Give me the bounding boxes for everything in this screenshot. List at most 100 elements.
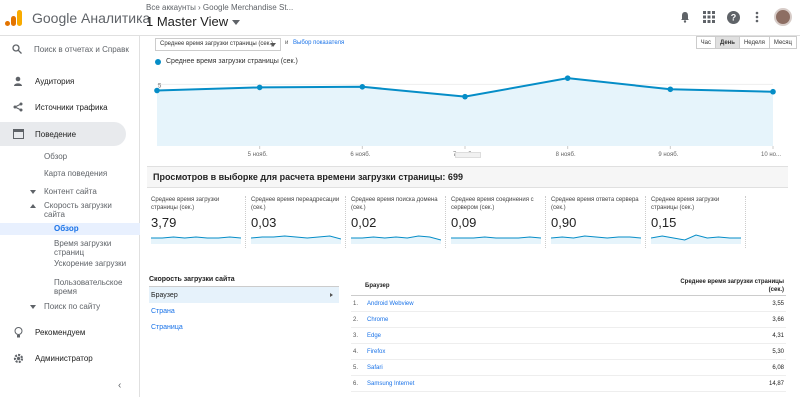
metric-tile[interactable]: Среднее время загрузки страницы (сек.) 3… xyxy=(151,196,246,248)
data-point[interactable] xyxy=(256,84,263,91)
chart-range-handle[interactable] xyxy=(455,152,481,158)
tile-label: Среднее время переадресации (сек.) xyxy=(251,197,340,211)
row-index: 1. xyxy=(353,300,359,307)
tile-label: Среднее время соединения с сервером (сек… xyxy=(451,197,534,211)
table-row: 4. Firefox 5,30 xyxy=(351,344,786,360)
dimension-table: Скорость загрузки сайта Браузер Страна С… xyxy=(149,276,339,335)
row-index: 6. xyxy=(353,380,359,387)
bell-icon[interactable] xyxy=(678,10,692,24)
table-row: 1. Android Webview 3,55 xyxy=(351,296,786,312)
table-row: 6. Samsung Internet 14,87 xyxy=(351,376,786,392)
sparkline xyxy=(451,236,541,244)
row-browser-link[interactable]: Firefox xyxy=(367,349,724,355)
analytics-logo-icon[interactable] xyxy=(4,9,24,27)
sidebar-item-label: Источники трафика xyxy=(35,102,108,112)
sidebar-search[interactable]: Поиск в отчетах и Справк xyxy=(12,44,129,54)
row-browser-link[interactable]: Safari xyxy=(367,365,724,371)
apps-grid-icon[interactable] xyxy=(702,10,716,24)
search-icon xyxy=(12,44,22,54)
chart-legend: Среднее время загрузки страницы (сек.) xyxy=(155,58,298,65)
x-tick-label: 10 но... xyxy=(761,152,781,158)
period-month-button[interactable]: Месяц xyxy=(768,36,797,49)
data-point[interactable] xyxy=(154,87,160,94)
sidebar-sub-page-timings[interactable]: Время загрузки страниц xyxy=(54,239,134,257)
sidebar-sub-behavior-flow[interactable]: Карта поведения xyxy=(44,169,107,178)
metric-tile[interactable]: Среднее время загрузки страницы (сек.) 0… xyxy=(651,196,746,248)
more-vertical-icon[interactable] xyxy=(750,10,764,24)
data-point[interactable] xyxy=(770,88,776,95)
data-point[interactable] xyxy=(359,84,366,90)
sidebar-item-behavior[interactable]: Поведение xyxy=(0,122,126,146)
sidebar: Поиск в отчетах и Справк Аудитория Источ… xyxy=(0,36,140,397)
sidebar-item-label: Рекомендуем xyxy=(35,327,86,337)
sidebar-item-audience[interactable]: Аудитория xyxy=(0,69,130,93)
sidebar-item-admin[interactable]: Администратор xyxy=(0,346,130,370)
sparkline xyxy=(551,235,641,244)
row-index: 5. xyxy=(353,364,359,371)
row-value: 5,30 xyxy=(772,348,784,355)
sidebar-sub-site-content[interactable]: Контент сайта xyxy=(30,187,97,196)
row-browser-link[interactable]: Chrome xyxy=(367,317,724,323)
sidebar-sub-site-speed[interactable]: Скорость загрузки сайта xyxy=(30,201,134,219)
row-index: 3. xyxy=(353,332,359,339)
period-day-button[interactable]: День xyxy=(714,36,740,49)
period-hour-button[interactable]: Час xyxy=(695,36,716,49)
tile-label: Среднее время загрузки страницы (сек.) xyxy=(151,197,220,211)
tile-label: Среднее время ответа сервера (сек.) xyxy=(551,197,639,211)
period-week-button[interactable]: Неделя xyxy=(738,36,770,49)
row-browser-link[interactable]: Edge xyxy=(367,333,724,339)
search-input[interactable]: Поиск в отчетах и Справк xyxy=(34,45,129,54)
column-header-load-time[interactable]: Среднее время загрузки страницы (сек.) xyxy=(674,278,784,294)
dimension-country[interactable]: Страна xyxy=(149,303,339,319)
sidebar-sub-speed-suggestions[interactable]: Ускорение загрузки xyxy=(54,259,134,268)
view-selector[interactable]: 1 Master View xyxy=(146,14,241,29)
sidebar-sub-overview[interactable]: Обзор xyxy=(44,152,67,161)
help-icon[interactable]: ? xyxy=(726,10,740,24)
dimension-browser[interactable]: Браузер xyxy=(149,287,339,303)
sidebar-sub-user-timings[interactable]: Пользовательское время xyxy=(54,278,134,296)
data-point[interactable] xyxy=(462,93,468,100)
line-chart[interactable]: 52,55 нояб.6 нояб.7 нояб.8 нояб.9 нояб.1… xyxy=(141,66,800,162)
x-tick-label: 5 нояб. xyxy=(248,152,268,158)
row-browser-link[interactable]: Samsung Internet xyxy=(367,381,724,387)
table-header: Браузер Среднее время загрузки страницы … xyxy=(351,276,786,296)
data-point[interactable] xyxy=(564,75,571,81)
legend-marker xyxy=(155,58,161,65)
metric-tile[interactable]: Среднее время соединения с сервером (сек… xyxy=(451,196,546,248)
select-metric-link[interactable]: Выбор показателя xyxy=(293,40,344,46)
metric-dropdown[interactable]: Среднее время загрузки страницы (сек.) xyxy=(155,38,281,51)
tile-label: Среднее время загрузки страницы (сек.) xyxy=(651,197,720,211)
sidebar-item-discover[interactable]: Рекомендуем xyxy=(0,320,130,344)
account-breadcrumb[interactable]: Все аккаунты › Google Merchandise St... xyxy=(146,3,293,12)
collapse-sidebar-icon[interactable]: ‹ xyxy=(118,380,121,391)
chevron-down-icon xyxy=(232,20,241,26)
svg-text:?: ? xyxy=(730,12,736,22)
metric-tiles: Среднее время загрузки страницы (сек.) 3… xyxy=(151,196,791,248)
sparkline xyxy=(251,235,341,244)
row-value: 3,55 xyxy=(772,300,784,307)
tile-value: 3,79 xyxy=(151,215,177,230)
metric-tile[interactable]: Среднее время поиска домена (сек.) 0,02 xyxy=(351,196,446,248)
sidebar-sub-site-search[interactable]: Поиск по сайту xyxy=(29,302,100,311)
x-tick-label: 8 нояб. xyxy=(556,152,576,158)
sparkline xyxy=(351,235,441,244)
dimension-table-title: Скорость загрузки сайта xyxy=(149,276,339,287)
behavior-icon xyxy=(12,128,24,140)
row-index: 2. xyxy=(353,316,359,323)
tile-value: 0,03 xyxy=(251,215,277,230)
acquisition-icon xyxy=(12,101,24,113)
sidebar-item-acquisition[interactable]: Источники трафика xyxy=(0,95,130,119)
metric-tile[interactable]: Среднее время ответа сервера (сек.) 0,90 xyxy=(551,196,646,248)
avatar[interactable] xyxy=(774,8,792,26)
tile-value: 0,02 xyxy=(351,215,377,230)
row-value: 4,31 xyxy=(772,332,784,339)
sidebar-sub-speed-overview[interactable]: Обзор xyxy=(0,223,140,235)
brand-name: Google Аналитика xyxy=(32,10,151,26)
dimension-page[interactable]: Страница xyxy=(149,319,339,335)
sidebar-item-label: Аудитория xyxy=(35,76,75,86)
period-switcher: Час День Неделя Месяц xyxy=(695,36,797,49)
metric-tile[interactable]: Среднее время переадресации (сек.) 0,03 xyxy=(251,196,346,248)
column-header-browser[interactable]: Браузер xyxy=(365,283,389,289)
row-browser-link[interactable]: Android Webview xyxy=(367,301,724,307)
data-point[interactable] xyxy=(667,86,674,93)
